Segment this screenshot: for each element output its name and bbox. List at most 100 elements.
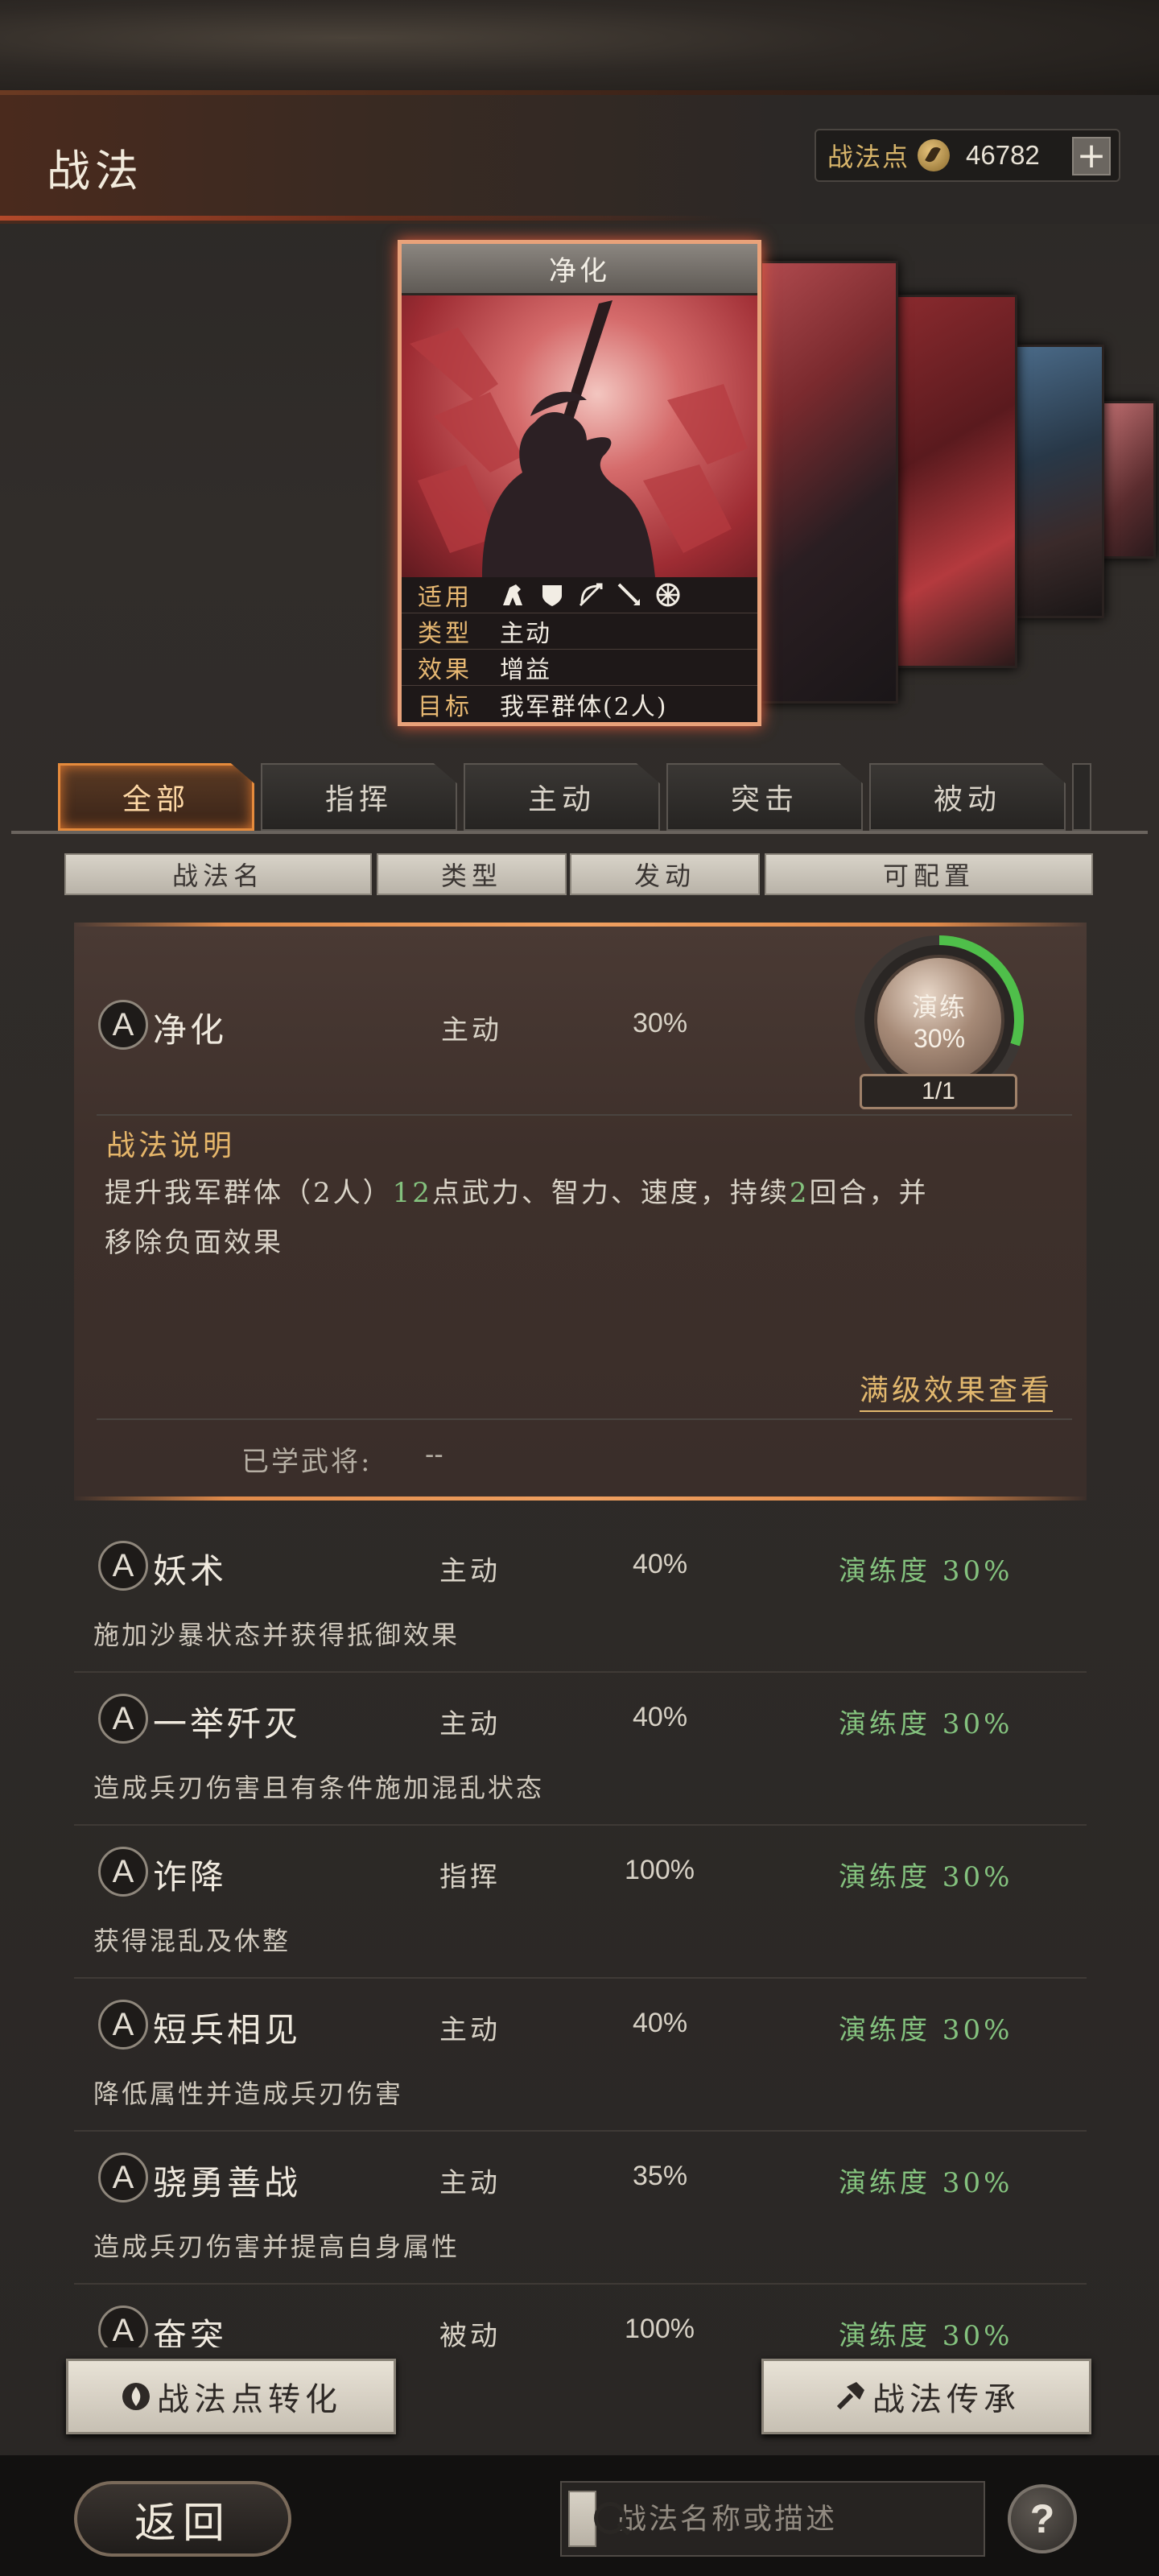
card-stack-back-3[interactable]	[1014, 345, 1104, 618]
panel-divider	[97, 1114, 1072, 1116]
skill-description-title: 战法说明	[106, 1129, 236, 1162]
skill-type: 主动	[439, 2167, 501, 2199]
practice-value: 30%	[913, 1023, 966, 1053]
back-button[interactable]: 返回	[74, 2481, 291, 2557]
info-key: 适用	[418, 584, 472, 612]
skill-description-line-2: 移除负面效果	[105, 1227, 283, 1259]
skill-row[interactable]: A 奋突 被动 100% 演练度 30%	[74, 2285, 1087, 2347]
practice-button[interactable]: 演练 30%	[874, 955, 1004, 1085]
tab-active[interactable]: 主动	[464, 763, 660, 831]
warrior-silhouette	[410, 300, 748, 577]
skill-practice: 演练度 30%	[839, 1708, 1013, 1740]
card-stack-back-2[interactable]	[893, 295, 1017, 668]
skill-row[interactable]: A 骁勇善战 主动 35% 演练度 30% 造成兵刃伤害并提高自身属性	[74, 2132, 1087, 2285]
bow-icon	[577, 581, 604, 609]
plus-icon: +	[1076, 135, 1107, 176]
selected-skill-rate: 30%	[633, 1008, 688, 1038]
skill-practice: 演练度 30%	[839, 2320, 1013, 2347]
skill-practice: 演练度 30%	[839, 1555, 1013, 1587]
skill-name: 诈降	[153, 1857, 228, 1897]
skill-practice: 演练度 30%	[839, 2167, 1013, 2199]
practice-count: 1/1	[860, 1074, 1017, 1109]
inherit-skill-button[interactable]: 战法传承	[761, 2359, 1091, 2434]
skill-type: 主动	[439, 2014, 501, 2046]
info-key: 效果	[418, 656, 472, 684]
skill-type: 指挥	[439, 1861, 501, 1893]
panel-divider	[97, 1418, 1072, 1420]
skill-row[interactable]: A 诈降 指挥 100% 演练度 30% 获得混乱及休整	[74, 1826, 1087, 1979]
skill-rate: 100%	[625, 1855, 695, 1885]
skill-type: 主动	[439, 1555, 501, 1587]
cavalry-icon	[500, 581, 527, 609]
skill-row[interactable]: A 短兵相见 主动 40% 演练度 30% 降低属性并造成兵刃伤害	[74, 1979, 1087, 2132]
skill-row[interactable]: A 一举歼灭 主动 40% 演练度 30% 造成兵刃伤害且有条件施加混乱状态	[74, 1673, 1087, 1826]
grade-badge: A	[98, 2000, 148, 2050]
hammer-icon	[836, 2382, 864, 2410]
skill-rate: 40%	[633, 1702, 688, 1732]
desc-number: 12	[392, 1177, 432, 1209]
skill-rate: 40%	[633, 2008, 688, 2038]
info-value: 增益	[500, 656, 551, 684]
card-stack-back-1[interactable]	[760, 261, 898, 704]
tabs-divider	[11, 831, 1148, 834]
column-header-type[interactable]: 类型	[377, 853, 567, 895]
skill-row[interactable]: A 妖术 主动 40% 演练度 30% 施加沙暴状态并获得抵御效果	[74, 1520, 1087, 1673]
filter-tabs: 全部 指挥 主动 突击 被动	[58, 763, 1091, 831]
add-points-button[interactable]: +	[1072, 137, 1111, 175]
skill-short-desc: 施加沙暴状态并获得抵御效果	[93, 1620, 460, 1650]
column-header-name[interactable]: 战法名	[64, 853, 372, 895]
wheel-icon	[654, 581, 682, 609]
spear-icon	[616, 581, 643, 609]
panel-bottom-border	[74, 1496, 1087, 1501]
card-title-bar: 净化	[402, 244, 757, 295]
convert-points-button[interactable]: 战法点转化	[66, 2359, 396, 2434]
search-bar	[560, 2481, 985, 2557]
search-icon[interactable]	[568, 2491, 626, 2547]
info-value: 主动	[500, 620, 551, 648]
skill-points-box: 战法点 46782 +	[815, 129, 1120, 182]
page-title: 战法	[47, 146, 143, 196]
tab-passive[interactable]: 被动	[869, 763, 1066, 831]
learned-generals-label: 已学武将:	[241, 1446, 373, 1478]
selected-skill-type: 主动	[441, 1014, 502, 1046]
practice-label: 演练	[911, 991, 967, 1022]
full-effect-link[interactable]: 满级效果查看	[860, 1367, 1054, 1412]
skill-name: 骁勇善战	[153, 2163, 302, 2202]
help-button[interactable]: ?	[1008, 2484, 1077, 2553]
skill-name: 妖术	[153, 1551, 228, 1591]
column-header-rate[interactable]: 发动	[570, 853, 760, 895]
featured-skill-card[interactable]: 净化 适用 类型 主动 效果 增益 目标 我军群体(2人)	[398, 240, 761, 726]
card-title: 净化	[549, 255, 610, 287]
tab-command[interactable]: 指挥	[261, 763, 457, 831]
points-coin-icon	[918, 139, 951, 171]
info-row-effect: 效果 增益	[402, 650, 757, 686]
grade-badge: A	[98, 1694, 148, 1744]
column-header-configurable[interactable]: 可配置	[765, 853, 1093, 895]
skill-description-line-1: 提升我军群体（2人）12点武力、智力、速度，持续2回合，并	[105, 1170, 929, 1210]
skill-type: 被动	[439, 2320, 501, 2347]
skill-rate: 40%	[633, 1549, 688, 1579]
inherit-skill-label: 战法传承	[872, 2381, 1021, 2418]
top-decoration	[0, 0, 1159, 95]
search-input[interactable]	[596, 2483, 984, 2555]
skill-type: 主动	[439, 1708, 501, 1740]
skill-rate: 35%	[633, 2161, 688, 2191]
tab-assault[interactable]: 突击	[666, 763, 863, 831]
info-value: 我军群体(2人)	[500, 692, 668, 721]
tab-all[interactable]: 全部	[58, 763, 254, 831]
panel-top-border	[74, 923, 1087, 927]
learned-generals-value: --	[425, 1439, 443, 1470]
tab-more[interactable]	[1072, 763, 1091, 831]
skill-name: 一举歼灭	[153, 1704, 302, 1744]
card-artwork	[402, 295, 757, 577]
card-info-table: 适用 类型 主动 效果 增益 目标 我军群体(2人)	[402, 577, 757, 722]
grade-badge: A	[98, 1847, 148, 1897]
skill-name: 奋突	[153, 2316, 228, 2347]
desc-text: 提升我军群体（2人）	[105, 1177, 393, 1209]
convert-points-label: 战法点转化	[157, 2381, 342, 2418]
skill-short-desc: 获得混乱及休整	[93, 1926, 291, 1956]
info-key: 类型	[418, 620, 472, 648]
skill-short-desc: 降低属性并造成兵刃伤害	[93, 2079, 404, 2109]
skill-short-desc: 造成兵刃伤害并提高自身属性	[93, 2231, 460, 2262]
desc-text: 点武力、智力、速度，持续	[431, 1177, 790, 1209]
